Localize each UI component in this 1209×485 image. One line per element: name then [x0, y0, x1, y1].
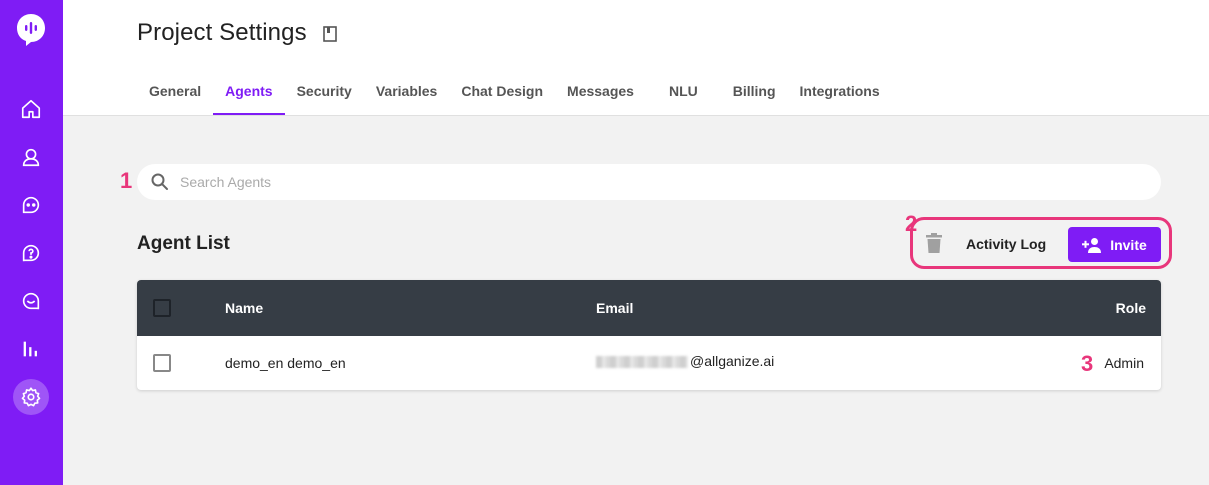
settings-icon[interactable]: [13, 379, 49, 415]
annotation-marker-3: 3: [1081, 351, 1094, 376]
tab-chat-design[interactable]: Chat Design: [449, 72, 555, 114]
agent-role: Admin: [1104, 355, 1144, 371]
search-bar: [137, 164, 1161, 200]
user-icon[interactable]: [17, 143, 45, 171]
tab-agents[interactable]: Agents: [213, 72, 285, 115]
agent-list-title: Agent List: [137, 233, 230, 254]
invite-label: Invite: [1110, 236, 1147, 253]
tab-security[interactable]: Security: [285, 72, 364, 114]
book-icon[interactable]: [323, 26, 337, 42]
table-row[interactable]: demo_en demo_en @allganize.ai Admin: [137, 336, 1161, 390]
help-icon[interactable]: [17, 239, 45, 267]
sidebar: [0, 0, 63, 485]
column-role[interactable]: Role: [1116, 300, 1146, 316]
page-header: Project Settings General Agents Security…: [63, 0, 1209, 116]
agent-email: @allganize.ai: [596, 353, 774, 369]
select-all-checkbox[interactable]: [153, 299, 171, 317]
page-title: Project Settings: [137, 19, 307, 46]
column-name[interactable]: Name: [225, 300, 263, 316]
activity-log-button[interactable]: Activity Log: [966, 236, 1046, 252]
analytics-icon[interactable]: [17, 335, 45, 363]
conversation-icon[interactable]: [17, 287, 45, 315]
tab-variables[interactable]: Variables: [364, 72, 450, 114]
trash-icon[interactable]: [925, 233, 943, 253]
search-icon: [151, 173, 168, 190]
logo-icon[interactable]: [15, 12, 47, 48]
agent-name: demo_en demo_en: [225, 355, 346, 371]
add-user-icon: [1082, 237, 1102, 253]
agent-email-domain: @allganize.ai: [690, 353, 775, 369]
chat-icon[interactable]: [17, 191, 45, 219]
tab-general[interactable]: General: [137, 72, 213, 114]
column-email[interactable]: Email: [596, 300, 633, 316]
tab-integrations[interactable]: Integrations: [788, 72, 892, 114]
agent-table: Name Email Role demo_en demo_en @allgani…: [137, 280, 1161, 390]
tab-messages[interactable]: Messages: [555, 72, 646, 114]
settings-tabs: General Agents Security Variables Chat D…: [137, 72, 892, 116]
row-checkbox[interactable]: [153, 354, 171, 372]
tab-nlu[interactable]: NLU: [646, 72, 721, 114]
table-header: Name Email Role: [137, 280, 1161, 336]
search-input[interactable]: [180, 174, 1080, 190]
invite-button[interactable]: Invite: [1068, 227, 1161, 262]
redacted-email: [596, 356, 688, 369]
annotation-marker-1: 1: [120, 168, 133, 193]
tab-billing[interactable]: Billing: [721, 72, 788, 114]
home-icon[interactable]: [17, 95, 45, 123]
